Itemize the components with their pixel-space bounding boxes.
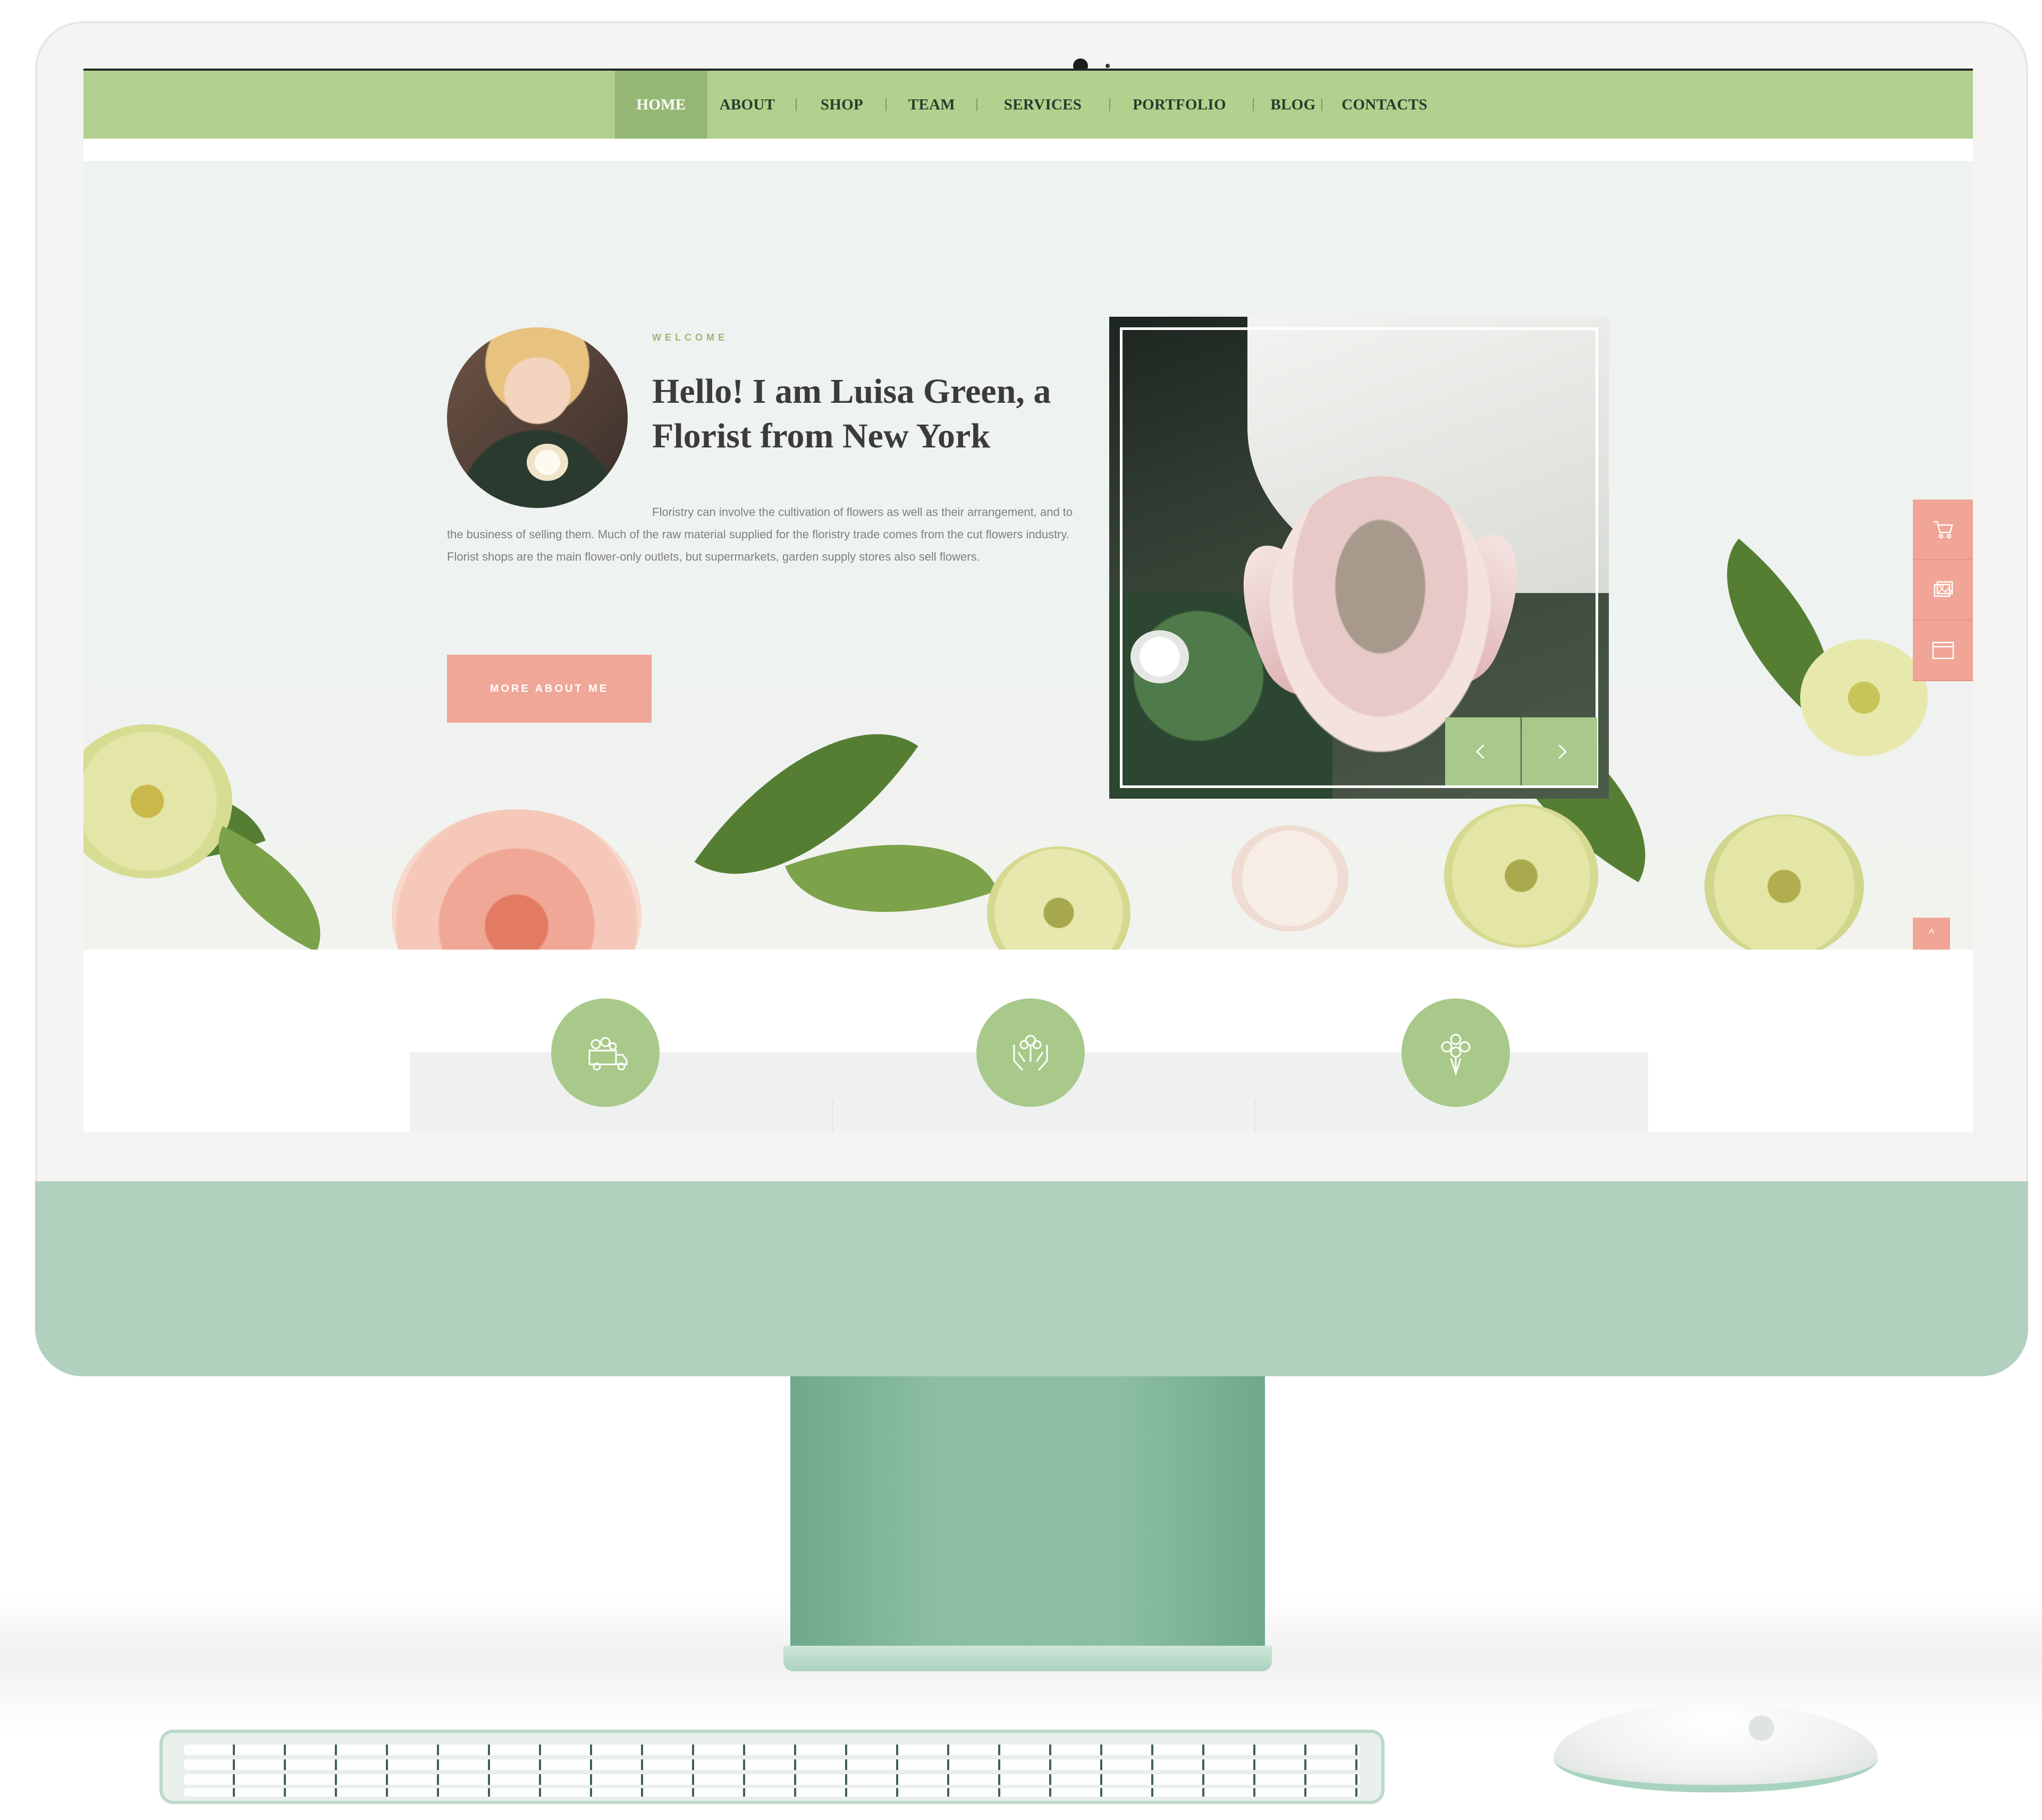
more-about-me-button[interactable]: MORE ABOUT ME bbox=[447, 655, 652, 723]
nav-item-team[interactable]: TEAM bbox=[902, 71, 961, 139]
hellebore-flower-image bbox=[987, 846, 1130, 950]
nav-item-about[interactable]: ABOUT bbox=[716, 71, 779, 139]
monitor-stand bbox=[790, 1376, 1265, 1646]
petal-decoration bbox=[1231, 825, 1348, 932]
chevron-right-icon bbox=[1552, 744, 1567, 759]
nav-separator bbox=[796, 98, 797, 111]
side-window-button[interactable] bbox=[1913, 621, 1973, 681]
camera-indicator bbox=[1106, 64, 1110, 68]
side-cart-button[interactable] bbox=[1913, 500, 1973, 560]
bouquet-icon bbox=[1441, 1034, 1471, 1076]
keyboard-key-row bbox=[184, 1745, 1360, 1755]
nav-item-shop[interactable]: SHOP bbox=[813, 71, 871, 139]
nav-item-portfolio[interactable]: PORTFOLIO bbox=[1120, 71, 1239, 139]
keyboard-key-row bbox=[184, 1788, 1360, 1797]
feature-divider bbox=[1254, 1099, 1255, 1132]
hero-section: WELCOME Hello! I am Luisa Green, a Flori… bbox=[83, 161, 1973, 950]
keyboard-key-row bbox=[184, 1774, 1360, 1785]
hellebore-flower-image bbox=[1705, 815, 1864, 950]
delivery-truck-icon bbox=[588, 1037, 628, 1071]
rose-flower-image bbox=[392, 809, 642, 950]
hero-description: Floristry can involve the cultivation of… bbox=[447, 505, 1073, 563]
hellebore-flower-image bbox=[1444, 804, 1598, 947]
apple-logo-icon bbox=[1749, 1715, 1774, 1741]
keyboard bbox=[159, 1730, 1385, 1804]
feature-bouquet-badge[interactable] bbox=[1402, 998, 1510, 1107]
nav-item-home[interactable]: HOME bbox=[615, 71, 707, 139]
monitor-chin bbox=[35, 1181, 2028, 1376]
image-slider bbox=[1109, 317, 1609, 799]
nav-separator bbox=[1253, 98, 1254, 111]
nav-separator bbox=[1109, 98, 1110, 111]
monitor-stand-foot bbox=[783, 1646, 1272, 1671]
gallery-icon bbox=[1934, 581, 1953, 597]
feature-care-badge[interactable] bbox=[976, 998, 1085, 1107]
main-navigation: HOME ABOUT SHOP TEAM SERVICES PORTFOLIO … bbox=[83, 71, 1973, 139]
nav-item-contacts[interactable]: CONTACTS bbox=[1332, 71, 1437, 139]
keyboard-key-row bbox=[184, 1759, 1360, 1770]
scroll-to-top-button[interactable]: ^ bbox=[1913, 918, 1950, 950]
nav-separator bbox=[885, 98, 887, 111]
nav-separator bbox=[976, 98, 977, 111]
hero-eyebrow: WELCOME bbox=[652, 332, 728, 343]
feature-delivery-badge[interactable] bbox=[551, 998, 660, 1107]
nav-item-blog[interactable]: BLOG bbox=[1263, 71, 1323, 139]
hellebore-flower-image bbox=[1800, 639, 1928, 756]
browser-window-icon bbox=[1932, 641, 1954, 659]
nav-separator bbox=[1321, 98, 1322, 111]
avatar-rose bbox=[527, 444, 568, 481]
nav-item-services[interactable]: SERVICES bbox=[992, 71, 1093, 139]
feature-divider bbox=[832, 1099, 833, 1132]
florist-avatar bbox=[447, 327, 628, 508]
slider-prev-button[interactable] bbox=[1445, 717, 1521, 785]
cart-icon bbox=[1933, 521, 1953, 539]
hands-flower-icon bbox=[1013, 1035, 1048, 1071]
side-gallery-button[interactable] bbox=[1913, 560, 1973, 621]
hero-title: Hello! I am Luisa Green, a Florist from … bbox=[652, 372, 1051, 455]
slider-next-button[interactable] bbox=[1522, 717, 1597, 785]
website-screen: HOME ABOUT SHOP TEAM SERVICES PORTFOLIO … bbox=[83, 69, 1973, 1132]
chevron-left-icon bbox=[1475, 744, 1490, 759]
